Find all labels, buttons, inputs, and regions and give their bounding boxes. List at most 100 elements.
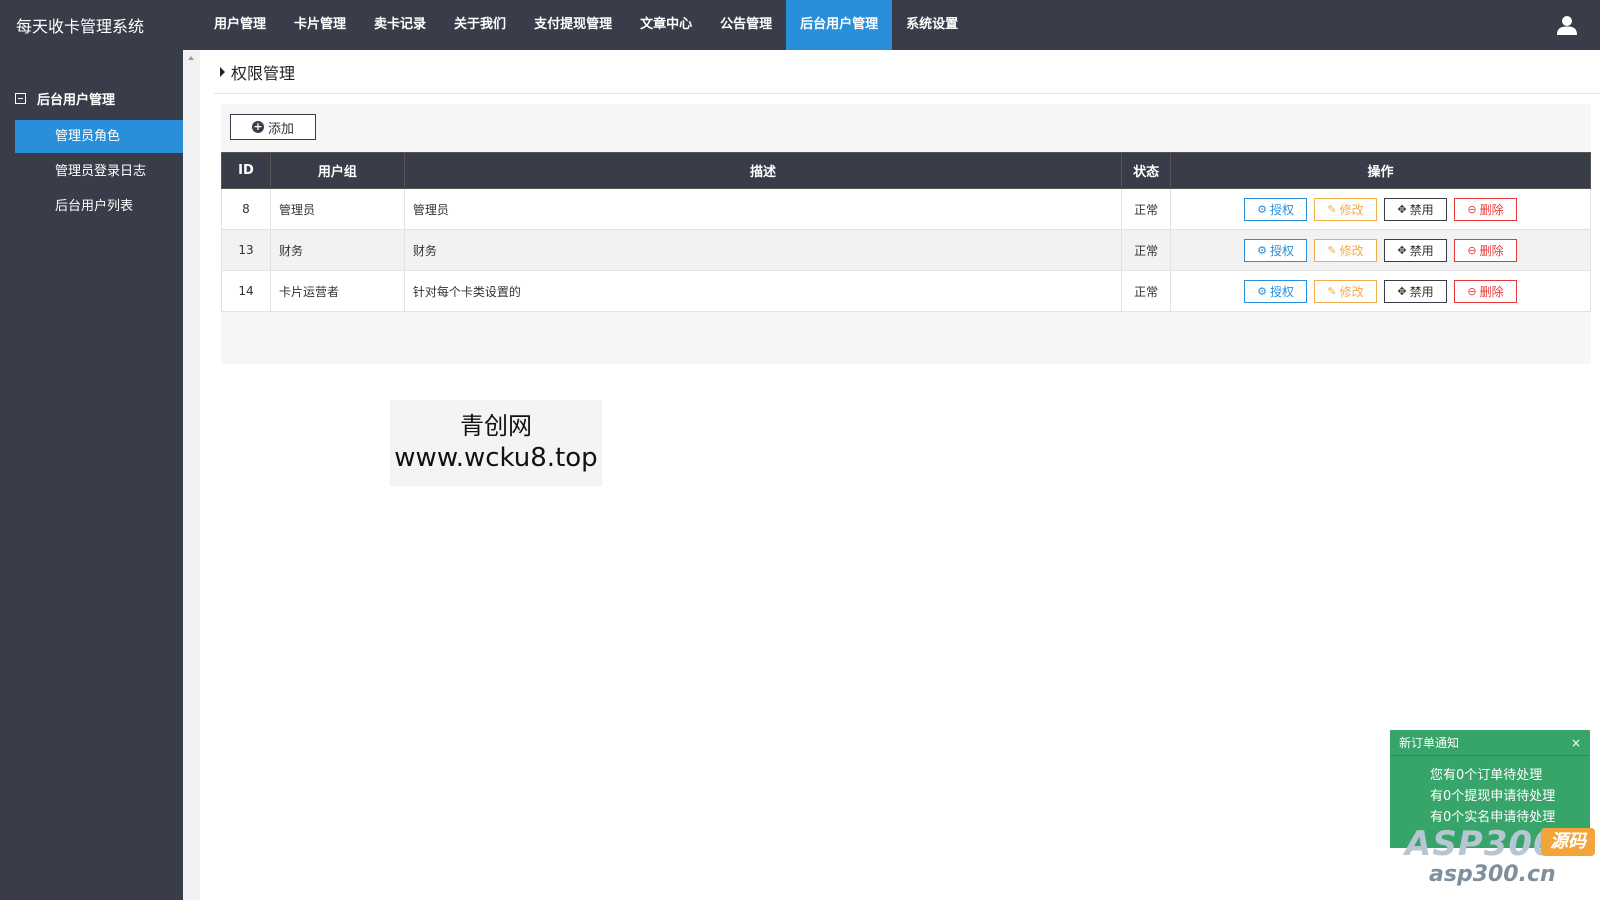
cell-desc: 针对每个卡类设置的 xyxy=(403,270,1123,312)
minus-circle-icon: ⊖ xyxy=(1467,202,1477,216)
sidebar-scrollbar[interactable] xyxy=(183,50,200,900)
topnav-item-about[interactable]: 关于我们 xyxy=(440,0,520,50)
page-header: 权限管理 xyxy=(220,60,295,84)
disable-label: 禁用 xyxy=(1409,202,1434,217)
plus-circle-icon: + xyxy=(251,120,264,133)
cell-status: 正常 xyxy=(1121,229,1172,271)
authorize-label: 授权 xyxy=(1269,202,1294,217)
add-button[interactable]: + 添加 xyxy=(230,114,316,140)
disable-button[interactable]: ✥ 禁用 xyxy=(1384,238,1448,262)
edit-button[interactable]: ✎ 修改 xyxy=(1314,197,1378,221)
authorize-button[interactable]: ⚙ 授权 xyxy=(1244,238,1308,262)
add-button-label: 添加 xyxy=(267,121,294,137)
sidebar-list: 管理员角色 管理员登录日志 后台用户列表 xyxy=(0,120,183,223)
authorize-label: 授权 xyxy=(1269,284,1294,299)
topnav-item-articles[interactable]: 文章中心 xyxy=(626,0,706,50)
topnav-item-payment[interactable]: 支付提现管理 xyxy=(520,0,626,50)
notification-line-orders: 您有0个订单待处理 xyxy=(1430,768,1543,783)
cell-ops: ⚙ 授权 ✎ 修改 ✥ 禁用 ⊖ 删除 xyxy=(1170,229,1591,271)
column-header-ops: 操作 xyxy=(1170,152,1591,189)
sidebar-item-admin-roles[interactable]: 管理员角色 xyxy=(15,120,183,153)
disable-button[interactable]: ✥ 禁用 xyxy=(1384,197,1448,221)
pencil-icon: ✎ xyxy=(1327,243,1337,257)
user-icon[interactable] xyxy=(1556,14,1578,36)
column-header-id: ID xyxy=(221,152,271,189)
table-row: 8 管理员 管理员 正常 ⚙ 授权 ✎ 修改 ✥ 禁用 ⊖ 删除 xyxy=(221,188,1591,230)
gears-icon: ⚙ xyxy=(1257,243,1267,257)
topnav-item-settings[interactable]: 系统设置 xyxy=(892,0,972,50)
sidebar-item-login-log[interactable]: 管理员登录日志 xyxy=(15,155,183,188)
watermark-box: 青创网 www.wcku8.top xyxy=(390,400,602,486)
roles-table: ID 用户组 描述 状态 操作 8 管理员 管理员 正常 ⚙ 授权 ✎ 修改 ✥… xyxy=(221,152,1591,312)
delete-button[interactable]: ⊖ 删除 xyxy=(1454,279,1518,303)
app-title: 每天收卡管理系统 xyxy=(16,17,145,36)
authorize-button[interactable]: ⚙ 授权 xyxy=(1244,197,1308,221)
disable-button[interactable]: ✥ 禁用 xyxy=(1384,279,1448,303)
page-title: 权限管理 xyxy=(231,64,296,83)
cell-desc: 管理员 xyxy=(403,188,1123,230)
column-header-status: 状态 xyxy=(1121,152,1172,189)
move-icon: ✥ xyxy=(1397,243,1407,257)
logo-sub-text: asp300.cn xyxy=(1429,862,1556,887)
delete-button[interactable]: ⊖ 删除 xyxy=(1454,238,1518,262)
cell-ops: ⚙ 授权 ✎ 修改 ✥ 禁用 ⊖ 删除 xyxy=(1170,270,1591,312)
header-divider xyxy=(214,93,1600,94)
minus-circle-icon: ⊖ xyxy=(1467,284,1477,298)
delete-button[interactable]: ⊖ 删除 xyxy=(1454,197,1518,221)
notification-line-withdrawals: 有0个提现申请待处理 xyxy=(1430,789,1556,804)
watermark-line2: www.wcku8.top xyxy=(394,443,598,473)
edit-button[interactable]: ✎ 修改 xyxy=(1314,238,1378,262)
table-header-row: ID 用户组 描述 状态 操作 xyxy=(221,152,1591,189)
move-icon: ✥ xyxy=(1397,202,1407,216)
sidebar-group-admin-users[interactable]: 后台用户管理 xyxy=(0,88,183,108)
edit-button[interactable]: ✎ 修改 xyxy=(1314,279,1378,303)
authorize-label: 授权 xyxy=(1269,243,1294,258)
cell-ops: ⚙ 授权 ✎ 修改 ✥ 禁用 ⊖ 删除 xyxy=(1170,188,1591,230)
column-header-group: 用户组 xyxy=(269,152,405,189)
close-icon[interactable]: × xyxy=(1571,730,1581,756)
cell-id: 8 xyxy=(221,188,271,230)
cell-status: 正常 xyxy=(1121,270,1172,312)
pencil-icon: ✎ xyxy=(1327,202,1337,216)
roles-panel: + 添加 ID 用户组 描述 状态 操作 8 管理员 管理员 正常 ⚙ 授权 ✎… xyxy=(221,104,1591,364)
table-row: 13 财务 财务 正常 ⚙ 授权 ✎ 修改 ✥ 禁用 ⊖ 删除 xyxy=(221,229,1591,271)
minus-circle-icon: ⊖ xyxy=(1467,243,1477,257)
table-row: 14 卡片运营者 针对每个卡类设置的 正常 ⚙ 授权 ✎ 修改 ✥ 禁用 ⊖ 删除 xyxy=(221,270,1591,312)
top-nav: 用户管理 卡片管理 卖卡记录 关于我们 支付提现管理 文章中心 公告管理 后台用… xyxy=(200,0,972,50)
cell-group: 卡片运营者 xyxy=(269,270,405,312)
cell-id: 14 xyxy=(221,270,271,312)
edit-label: 修改 xyxy=(1339,284,1364,299)
asp300-logo: ASP300 源码 asp300.cn xyxy=(1405,824,1595,894)
topnav-item-cards[interactable]: 卡片管理 xyxy=(280,0,360,50)
topnav-item-users[interactable]: 用户管理 xyxy=(200,0,280,50)
cell-status: 正常 xyxy=(1121,188,1172,230)
authorize-button[interactable]: ⚙ 授权 xyxy=(1244,279,1308,303)
pencil-icon: ✎ xyxy=(1327,284,1337,298)
topnav-item-admin-users[interactable]: 后台用户管理 xyxy=(786,0,893,50)
scroll-up-icon[interactable] xyxy=(188,56,194,60)
disable-label: 禁用 xyxy=(1409,284,1434,299)
sidebar-item-admin-list[interactable]: 后台用户列表 xyxy=(15,190,183,223)
gears-icon: ⚙ xyxy=(1257,202,1267,216)
cell-desc: 财务 xyxy=(403,229,1123,271)
delete-label: 删除 xyxy=(1479,284,1504,299)
topnav-item-announcements[interactable]: 公告管理 xyxy=(706,0,786,50)
notification-header: 新订单通知 × xyxy=(1390,730,1590,756)
collapse-icon[interactable] xyxy=(15,92,26,104)
caret-right-icon xyxy=(220,67,225,77)
logo-badge: 源码 xyxy=(1541,828,1595,856)
delete-label: 删除 xyxy=(1479,202,1504,217)
gears-icon: ⚙ xyxy=(1257,284,1267,298)
sidebar-group-label: 后台用户管理 xyxy=(37,92,116,108)
notification-body: 您有0个订单待处理 有0个提现申请待处理 有0个实名申请待处理 xyxy=(1390,756,1590,828)
cell-group: 财务 xyxy=(269,229,405,271)
edit-label: 修改 xyxy=(1339,202,1364,217)
disable-label: 禁用 xyxy=(1409,243,1434,258)
watermark-line1: 青创网 xyxy=(460,412,532,440)
topnav-item-sales[interactable]: 卖卡记录 xyxy=(360,0,440,50)
top-navbar: 每天收卡管理系统 用户管理 卡片管理 卖卡记录 关于我们 支付提现管理 文章中心… xyxy=(0,0,1600,50)
column-header-desc: 描述 xyxy=(403,152,1123,189)
delete-label: 删除 xyxy=(1479,243,1504,258)
notification-title: 新订单通知 xyxy=(1399,736,1460,750)
move-icon: ✥ xyxy=(1397,284,1407,298)
